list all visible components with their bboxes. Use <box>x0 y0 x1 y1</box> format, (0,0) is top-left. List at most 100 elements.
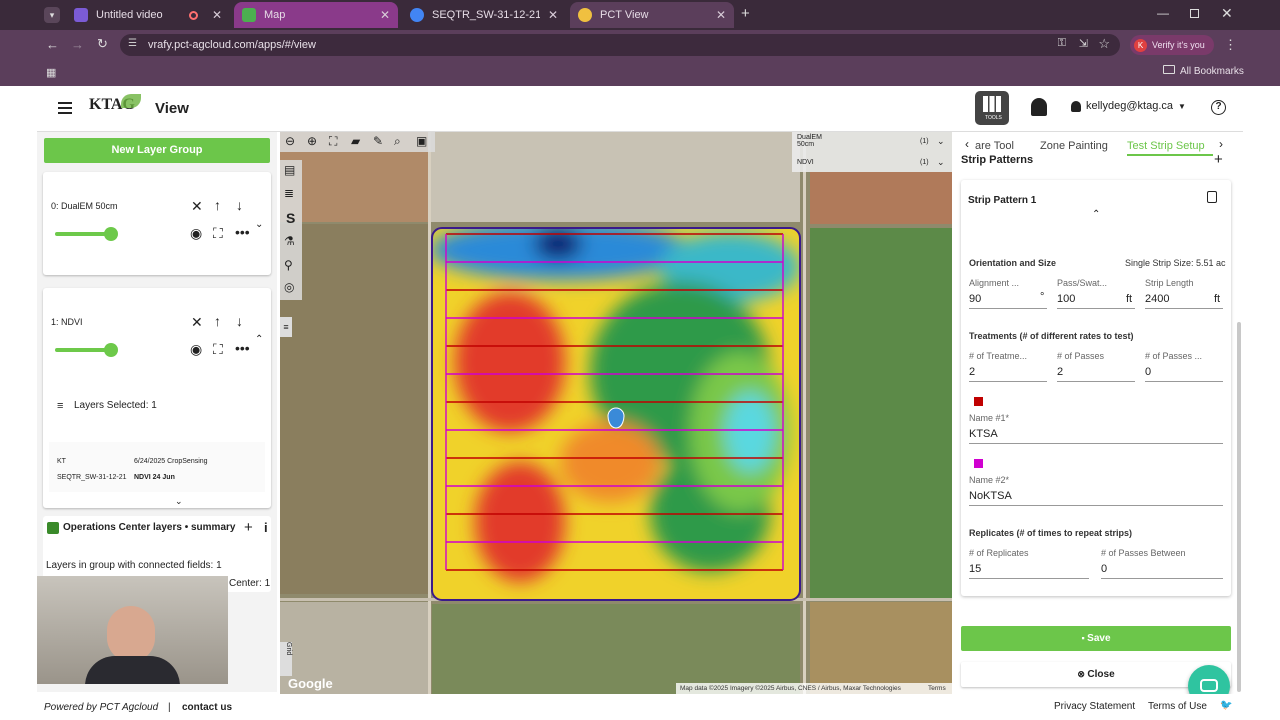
opacity-slider[interactable] <box>55 232 111 236</box>
panel-scrollbar[interactable] <box>1237 322 1241 692</box>
tab-test-strip-setup[interactable]: Test Strip Setup <box>1127 140 1205 152</box>
eye-icon[interactable]: ◉ <box>190 342 202 356</box>
replicates-input[interactable]: 15 <box>969 563 981 575</box>
browser-tab-3[interactable]: PCT View ✕ <box>570 2 734 28</box>
pass-width-input[interactable]: 100 <box>1057 293 1075 305</box>
layers-selected-count[interactable]: Layers Selected: 1 <box>74 400 157 411</box>
browser-tab-1[interactable]: Map ✕ <box>234 2 398 28</box>
expand-icon[interactable]: ⌄ <box>175 494 183 508</box>
strip-length-input[interactable]: 2400 <box>1145 293 1169 305</box>
minimize-icon[interactable]: — <box>1157 6 1169 20</box>
map-legend: DualEM 50cm (1) ⌄ NDVI (1) ⌄ <box>792 132 952 172</box>
more-icon[interactable]: ••• <box>235 225 250 239</box>
treatments-input[interactable]: 2 <box>969 366 975 378</box>
close-tab-icon[interactable]: ✕ <box>380 8 390 22</box>
field-underline <box>969 308 1047 309</box>
remove-layer-icon[interactable]: ✕ <box>191 199 203 213</box>
chevron-right-icon[interactable]: › <box>1219 137 1223 151</box>
search-icon[interactable]: ⌕ <box>394 134 401 149</box>
alignment-input[interactable]: 90 <box>969 293 981 305</box>
reload-icon[interactable]: ↻ <box>97 36 108 52</box>
user-menu[interactable]: kellydeg@ktag.ca ▼ <box>1071 100 1186 112</box>
slider-handle[interactable] <box>104 227 118 241</box>
map-view[interactable]: ⊖ ⊕ ⛶ ▰ ✎ ⌕ ▣ ▤ ≣ S ⚗ ⚲ ◎ ≡ Grid DualEM … <box>280 132 952 694</box>
browser-tab-2[interactable]: SEQTR_SW-31-12-21 | GeoPard ✕ <box>402 2 566 28</box>
terms-link[interactable]: Terms <box>928 685 946 692</box>
remove-layer-icon[interactable]: ✕ <box>191 315 203 329</box>
bell-icon[interactable] <box>1031 98 1047 116</box>
chevron-down-icon[interactable]: ⌄ <box>255 218 263 232</box>
terms-link[interactable]: Terms of Use <box>1148 701 1207 712</box>
all-bookmarks-link[interactable]: All Bookmarks <box>1180 66 1244 77</box>
name2-input[interactable]: NoKTSA <box>969 490 1012 502</box>
map-layers-icon[interactable]: ▤ <box>284 163 295 177</box>
close-tab-icon[interactable]: ✕ <box>212 8 222 22</box>
tools-button[interactable]: TOOLS <box>975 91 1009 125</box>
fullscreen-icon[interactable]: ⛶ <box>213 342 223 356</box>
new-tab-icon[interactable]: + <box>741 5 750 22</box>
zoom-out-icon[interactable]: ⊖ <box>285 134 295 148</box>
tab-zone-painting[interactable]: Zone Painting <box>1040 140 1108 152</box>
apps-grid-icon[interactable]: ▦ <box>46 66 56 79</box>
chevron-down-icon[interactable]: ⌄ <box>937 136 945 147</box>
measure-icon[interactable]: ✎ <box>373 134 383 148</box>
passes-input[interactable]: 2 <box>1057 366 1063 378</box>
chevron-up-icon[interactable]: ⌃ <box>1092 209 1100 220</box>
forward-icon[interactable]: → <box>71 37 84 52</box>
back-icon[interactable]: ← <box>46 37 59 52</box>
verify-profile-button[interactable]: K Verify it's you <box>1130 35 1214 55</box>
move-up-icon[interactable]: ↑ <box>214 198 221 212</box>
add-pattern-icon[interactable]: + <box>1214 151 1223 168</box>
close-tab-icon[interactable]: ✕ <box>548 8 558 22</box>
briefcase-icon[interactable]: ▰ <box>351 134 360 148</box>
privacy-link[interactable]: Privacy Statement <box>1054 701 1135 712</box>
password-key-icon[interactable]: ⚿ <box>1058 37 1066 50</box>
help-icon[interactable]: ? <box>1211 100 1226 115</box>
scout-icon[interactable]: ⚲ <box>284 258 293 272</box>
hamburger-menu-icon[interactable] <box>58 102 72 114</box>
name1-input[interactable]: KTSA <box>969 428 998 440</box>
copy-icon[interactable] <box>1207 191 1217 203</box>
info-icon[interactable]: i <box>264 520 268 535</box>
bookmark-star-icon[interactable]: ☆ <box>1098 36 1110 52</box>
contact-link[interactable]: contact us <box>182 702 232 713</box>
gps-icon[interactable]: ◎ <box>284 280 294 294</box>
slider-handle[interactable] <box>104 343 118 357</box>
opacity-slider[interactable] <box>55 348 111 352</box>
add-icon[interactable]: + <box>244 519 253 536</box>
zoom-in-icon[interactable]: ⊕ <box>307 134 317 148</box>
treatment-2-swatch[interactable] <box>974 459 983 468</box>
chevron-left-icon[interactable]: ‹ <box>965 137 969 151</box>
eye-icon[interactable]: ◉ <box>190 226 202 240</box>
more-icon[interactable]: ••• <box>235 341 250 355</box>
collapse-handle[interactable]: ≡ <box>280 317 292 337</box>
browser-menu-icon[interactable]: ⋮ <box>1224 37 1237 53</box>
install-icon[interactable]: ⇲ <box>1079 37 1088 50</box>
replicate-passes-input[interactable]: 0 <box>1101 563 1107 575</box>
move-up-icon[interactable]: ↑ <box>214 314 221 328</box>
basemap-icon[interactable]: ≣ <box>284 186 294 200</box>
new-layer-group-button[interactable]: New Layer Group <box>44 138 270 163</box>
twitter-icon[interactable]: 🐦 <box>1220 700 1232 711</box>
treatment-1-swatch[interactable] <box>974 397 983 406</box>
save-button[interactable]: ▪ Save <box>961 626 1231 651</box>
site-info-icon[interactable]: ☰ <box>128 38 137 49</box>
fit-extent-icon[interactable]: ⛶ <box>329 134 337 149</box>
browser-tab-0[interactable]: Untitled video ✕ <box>66 2 230 28</box>
maximize-icon[interactable] <box>1190 9 1199 18</box>
flask-icon[interactable]: ⚗ <box>284 234 295 248</box>
passes-between-input[interactable]: 0 <box>1145 366 1151 378</box>
chevron-down-icon[interactable]: ⌄ <box>937 157 945 168</box>
tab-share-tool[interactable]: are Tool <box>975 140 1014 152</box>
fullscreen-icon[interactable]: ⛶ <box>213 226 223 240</box>
screenshot-icon[interactable]: ▣ <box>416 134 427 148</box>
move-down-icon[interactable]: ↓ <box>236 198 243 212</box>
field-underline <box>969 578 1089 579</box>
close-tab-icon[interactable]: ✕ <box>716 8 726 22</box>
url-field[interactable]: ☰ vrafy.pct-agcloud.com/apps/#/view ⚿ ⇲ … <box>120 34 1120 56</box>
move-down-icon[interactable]: ↓ <box>236 314 243 328</box>
close-window-icon[interactable]: ✕ <box>1221 5 1233 22</box>
sample-icon[interactable]: S <box>286 210 295 226</box>
chevron-up-icon[interactable]: ⌃ <box>255 333 263 347</box>
tab-search-button[interactable]: ▾ <box>44 7 60 23</box>
